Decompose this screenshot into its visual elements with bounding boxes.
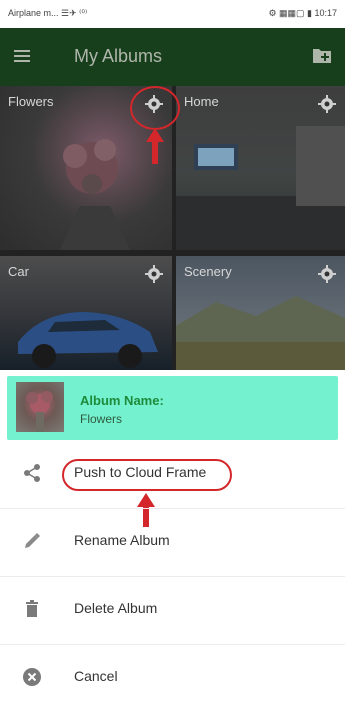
- status-bar: Airplane m... ☰✈ ⁽⁰⁾ ⚙ ▦▦▢ ▮ 10:17: [0, 0, 345, 28]
- delete-album-item[interactable]: Delete Album: [0, 577, 345, 644]
- share-icon: [22, 463, 42, 483]
- cancel-item[interactable]: Cancel: [0, 645, 345, 701]
- trash-icon: [22, 599, 42, 619]
- annotation-circle: [62, 459, 232, 491]
- album-tile-home[interactable]: Home: [176, 86, 345, 250]
- album-thumbnail: [16, 382, 64, 432]
- status-bar-left: Airplane m... ☰✈ ⁽⁰⁾: [8, 8, 88, 18]
- album-label: Flowers: [8, 94, 54, 109]
- album-label: Scenery: [184, 264, 232, 279]
- gear-icon[interactable]: [317, 264, 337, 284]
- delete-album-label: Delete Album: [74, 600, 158, 616]
- album-label: Home: [184, 94, 219, 109]
- album-tile-car[interactable]: Car: [0, 256, 172, 370]
- status-bar-right: ⚙ ▦▦▢ ▮ 10:17: [268, 8, 337, 18]
- album-grid: Flowers Home Car Scenery: [0, 86, 345, 370]
- album-name-label: Album Name:: [80, 393, 164, 408]
- gear-icon[interactable]: [144, 264, 164, 284]
- app-bar: My Albums: [0, 28, 345, 86]
- rename-album-item[interactable]: Rename Album: [0, 509, 345, 576]
- close-icon: [22, 667, 42, 687]
- album-label: Car: [8, 264, 29, 279]
- album-tile-scenery[interactable]: Scenery: [176, 256, 345, 370]
- rename-album-label: Rename Album: [74, 532, 170, 548]
- annotation-circle: [130, 86, 180, 130]
- cancel-label: Cancel: [74, 668, 118, 684]
- annotation-arrow: [146, 128, 164, 164]
- pencil-icon: [22, 531, 42, 551]
- menu-icon[interactable]: [12, 46, 32, 66]
- add-folder-icon[interactable]: [311, 44, 333, 66]
- gear-icon[interactable]: [317, 94, 337, 114]
- album-name-value: Flowers: [80, 412, 123, 426]
- page-title: My Albums: [74, 46, 163, 66]
